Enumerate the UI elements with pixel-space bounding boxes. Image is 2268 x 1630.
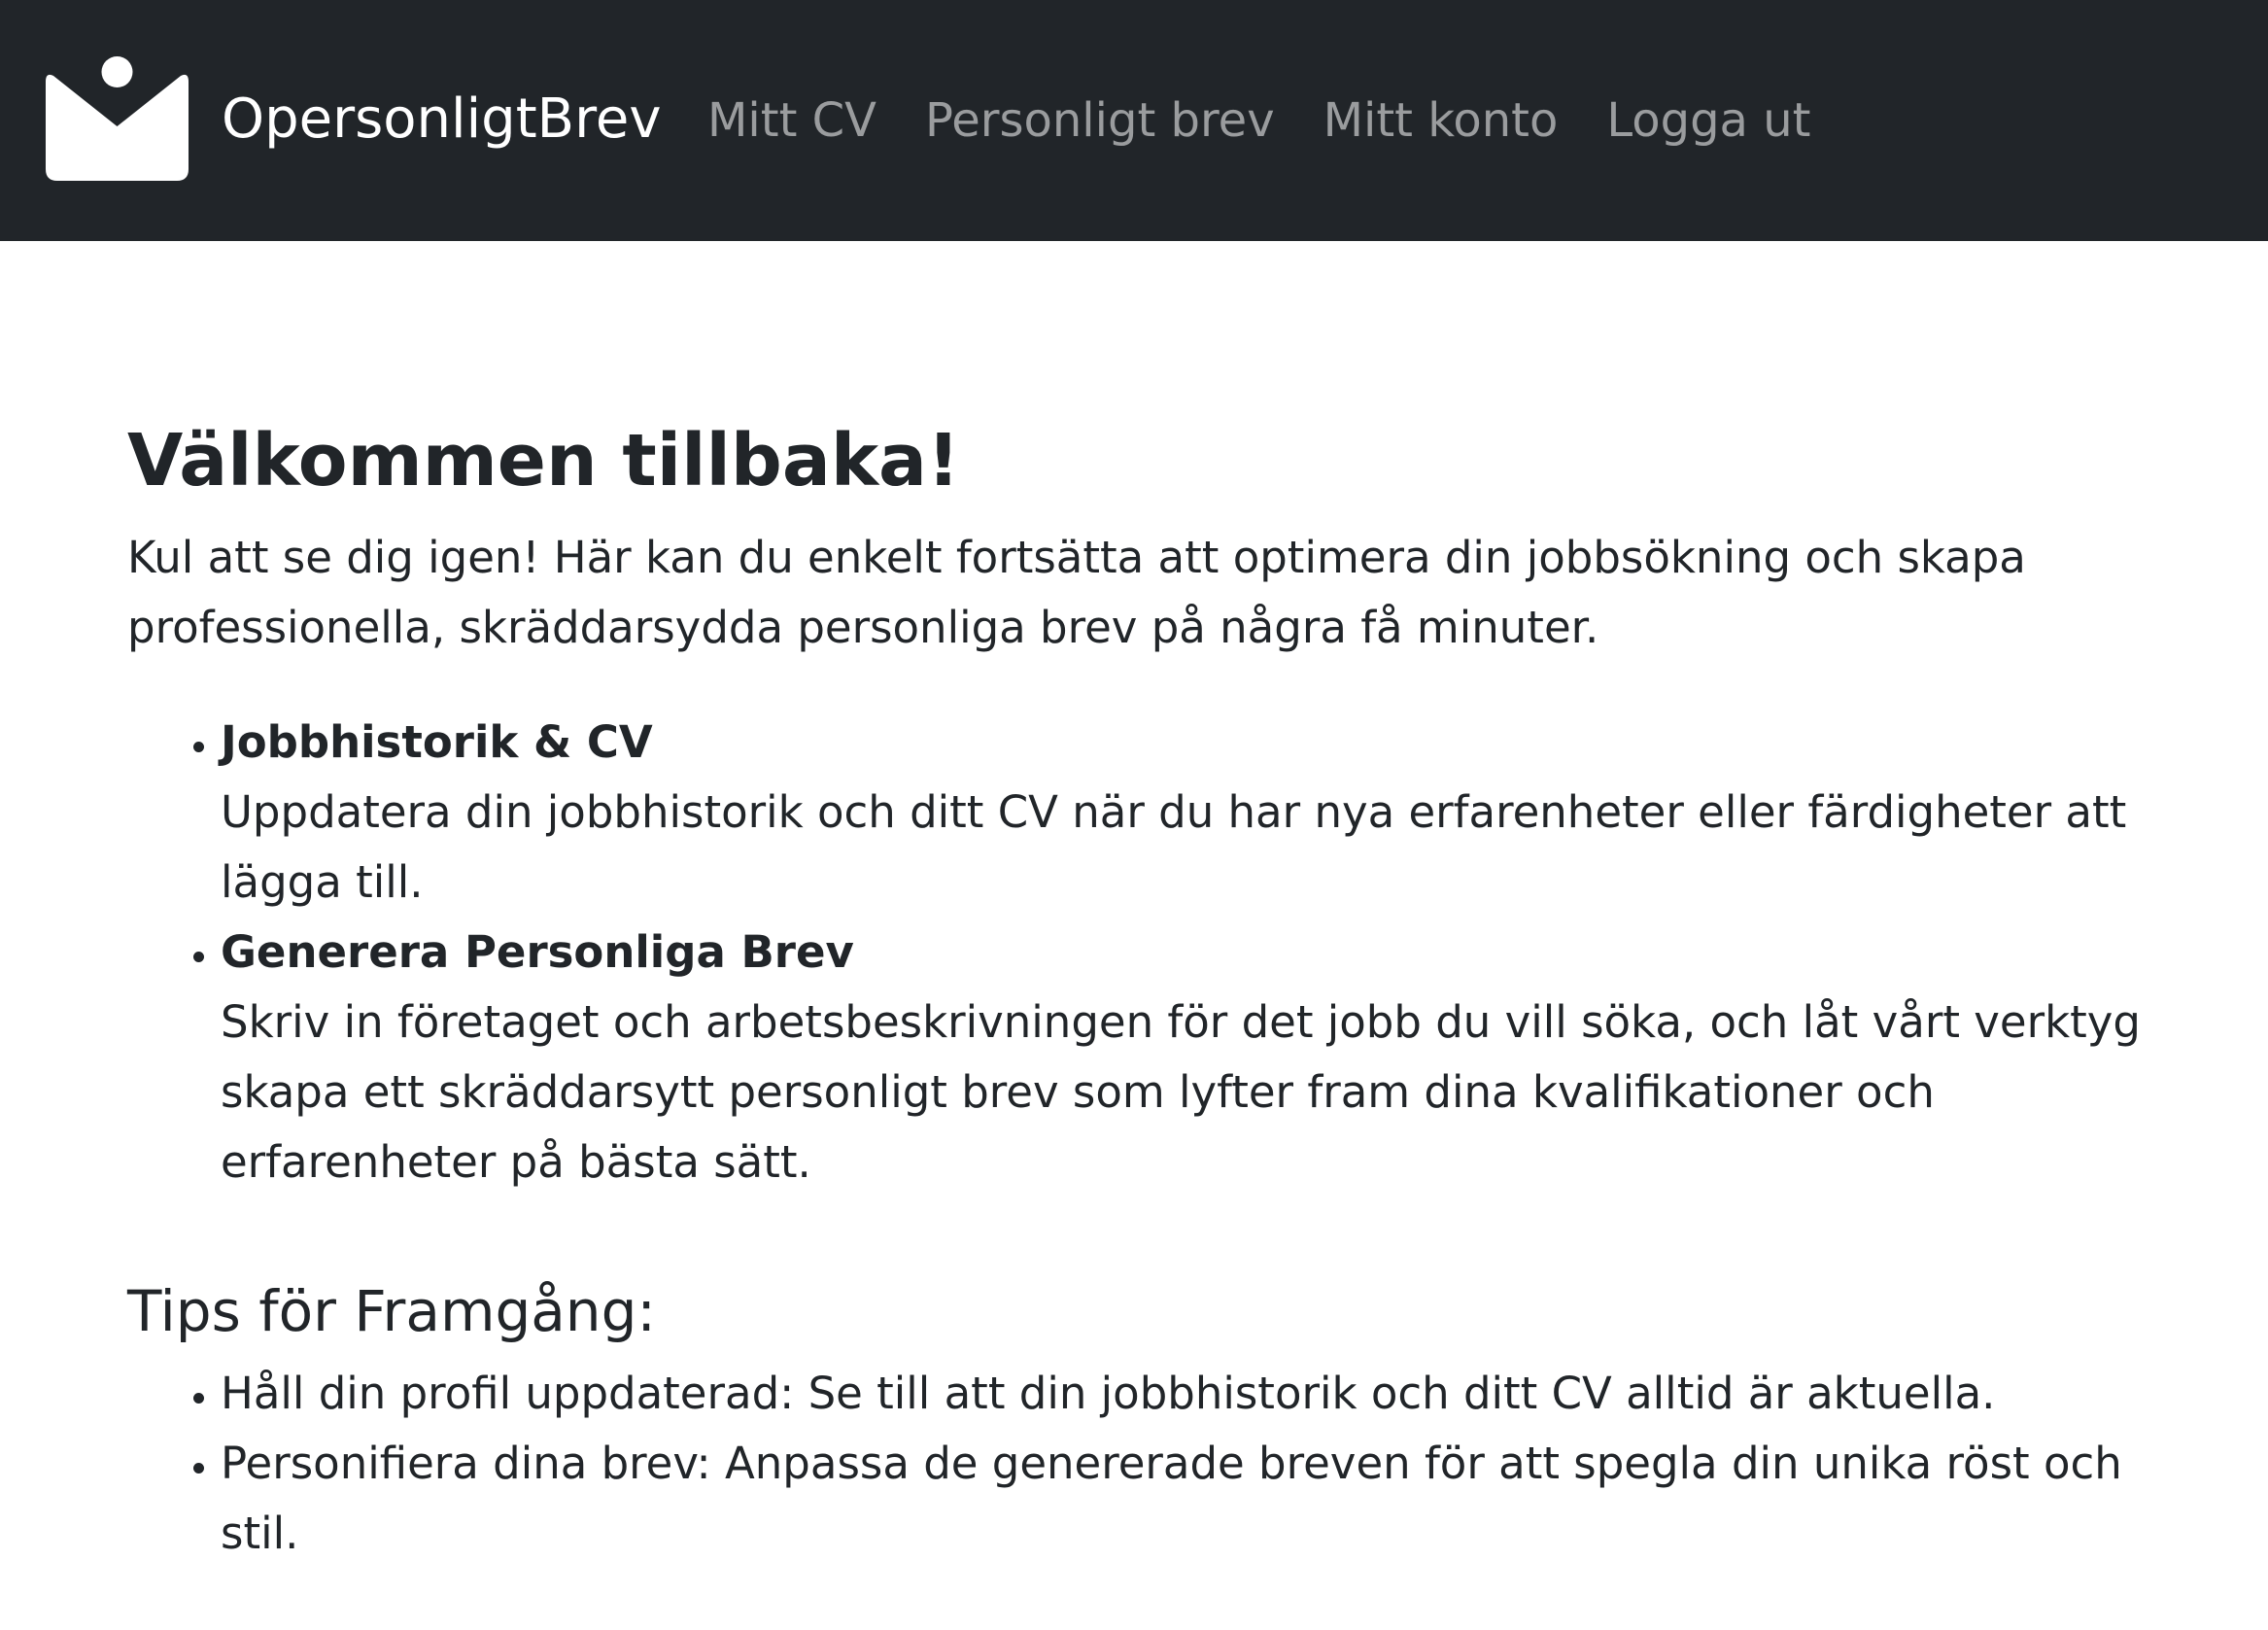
tip-item: Personifiera dina brev: Anpassa de gener… (221, 1429, 2178, 1569)
nav-link-mitt-konto[interactable]: Mitt konto (1323, 93, 1559, 148)
feature-item: Generera Personliga Brev Skriv in företa… (221, 918, 2178, 1197)
feature-item: Jobbhistorik & CV Uppdatera din jobbhist… (221, 708, 2178, 918)
nav-item-logga-ut: Logga ut (1606, 86, 1810, 156)
nav-menu: Mitt CV Personligt brev Mitt konto Logga… (707, 86, 1859, 156)
envelope-person-icon (46, 56, 189, 181)
feature-description: Uppdatera din jobbhistorik och ditt CV n… (221, 786, 2127, 908)
nav-link-mitt-cv[interactable]: Mitt CV (707, 93, 876, 148)
brand-link[interactable]: OpersonligtBrev (46, 56, 661, 181)
feature-description: Skriv in företaget och arbetsbeskrivning… (221, 996, 2142, 1188)
nav-link-logga-ut[interactable]: Logga ut (1606, 93, 1810, 148)
tips-heading: Tips för Framgång: (127, 1278, 656, 1344)
nav-item-mitt-cv: Mitt CV (707, 86, 876, 156)
main-content: Välkommen tillbaka! Kul att se dig igen!… (127, 408, 2178, 1569)
feature-title: Generera Personliga Brev (221, 926, 854, 978)
tips-list: Håll din profil uppdaterad: Se till att … (127, 1359, 2178, 1569)
nav-link-personligt-brev[interactable]: Personligt brev (925, 93, 1275, 148)
feature-title: Jobbhistorik & CV (221, 716, 653, 768)
page-title: Välkommen tillbaka! (127, 419, 960, 503)
intro-text: Kul att se dig igen! Här kan du enkelt f… (127, 532, 2026, 653)
nav-item-mitt-konto: Mitt konto (1323, 86, 1559, 156)
navbar: OpersonligtBrev Mitt CV Personligt brev … (0, 0, 2268, 241)
feature-list: Jobbhistorik & CV Uppdatera din jobbhist… (127, 708, 2178, 1197)
brand-name: OpersonligtBrev (222, 87, 662, 151)
tip-item: Håll din profil uppdaterad: Se till att … (221, 1359, 2178, 1429)
nav-item-personligt-brev: Personligt brev (925, 86, 1275, 156)
